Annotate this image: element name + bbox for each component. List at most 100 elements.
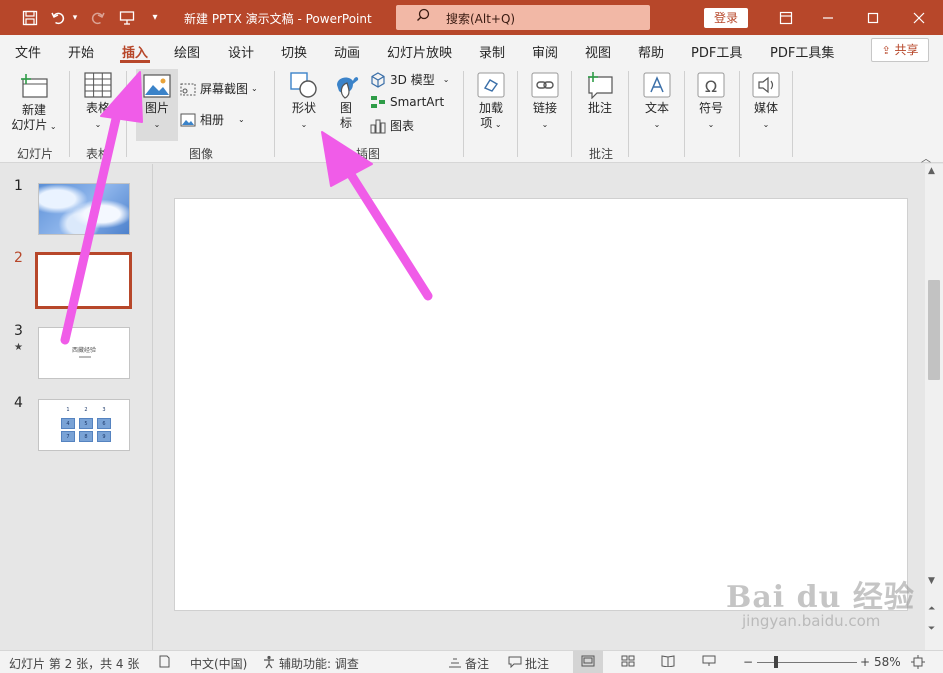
3d-model-button[interactable]: 3D 模型 ⌄ (370, 71, 449, 88)
tab-slideshow[interactable]: 幻灯片放映 (387, 42, 452, 61)
undo-icon[interactable] (48, 0, 70, 35)
slide-thumbnail-3[interactable]: 西藏经验 (38, 327, 130, 379)
tab-pdf-tools[interactable]: PDF工具 (691, 42, 742, 61)
addins-button[interactable]: 加载 项 ⌄ (472, 71, 510, 132)
search-box[interactable]: 搜索(Alt+Q) (396, 5, 650, 30)
tab-help[interactable]: 帮助 (638, 42, 664, 61)
vertical-scrollbar[interactable]: ▲ ▼ ⏶ ⏷ (925, 164, 943, 650)
slide-sorter-view-icon[interactable] (621, 655, 635, 667)
smartart-button[interactable]: SmartArt (370, 94, 444, 110)
symbol-button[interactable]: Ω 符号 ⌄ (692, 71, 730, 132)
group-label-tables: 表格 (86, 147, 111, 161)
link-button[interactable]: 链接 ⌄ (526, 71, 564, 132)
cube-icon (371, 71, 385, 88)
accessibility-status[interactable]: 辅助功能: 调查 (262, 655, 359, 672)
current-slide-canvas[interactable] (174, 198, 908, 611)
undo-dropdown-icon[interactable]: ▾ (70, 0, 80, 35)
redo-icon[interactable] (86, 0, 108, 35)
tab-file[interactable]: 文件 (15, 42, 41, 61)
notes-icon (448, 656, 462, 671)
table-button[interactable]: 表格 ⌄ (76, 71, 120, 132)
shapes-button[interactable]: 形状 ⌄ (284, 71, 324, 132)
slideshow-view-icon[interactable] (702, 655, 716, 667)
slide-3-subtitle-line (79, 356, 91, 358)
comments-button[interactable]: 批注 (508, 655, 549, 672)
zoom-in-icon[interactable]: + (860, 655, 870, 669)
tab-draw[interactable]: 绘图 (174, 42, 200, 61)
chevron-down-icon: ⌄ (153, 120, 161, 129)
tab-view[interactable]: 视图 (585, 42, 611, 61)
icons-button[interactable]: 图 标 (328, 71, 364, 131)
chevron-down-icon: ⌄ (442, 75, 450, 84)
zoom-slider-thumb[interactable] (774, 656, 778, 668)
zoom-out-icon[interactable]: − (743, 655, 753, 669)
fit-to-window-icon[interactable] (911, 655, 925, 669)
normal-view-icon[interactable] (581, 655, 595, 667)
tab-design[interactable]: 设计 (228, 42, 254, 61)
scroll-up-icon[interactable]: ▲ (928, 166, 935, 176)
addins-label-1: 加载 (478, 101, 503, 115)
picture-icon (143, 74, 171, 98)
chart-button[interactable]: 图表 (370, 117, 414, 134)
photo-album-button[interactable]: 相册 ⌄ (180, 111, 245, 128)
speaker-icon (752, 72, 780, 98)
slide-thumbnail-4[interactable]: 1 2 3 4 5 6 7 8 9 (38, 399, 130, 451)
tab-pdf-toolset[interactable]: PDF工具集 (770, 42, 834, 61)
tab-transitions[interactable]: 切换 (281, 42, 307, 61)
zoom-slider-track[interactable] (757, 662, 857, 663)
previous-slide-icon[interactable]: ⏶ (928, 604, 935, 614)
comment-button[interactable]: 批注 (580, 71, 620, 116)
close-icon[interactable] (896, 0, 942, 35)
language-status[interactable]: 中文(中国) (190, 655, 247, 672)
new-slide-icon (21, 74, 48, 98)
tab-record[interactable]: 录制 (479, 42, 505, 61)
scroll-down-icon[interactable]: ▼ (928, 576, 935, 586)
svg-text:Ω: Ω (705, 77, 717, 96)
grid-cell: 9 (97, 431, 111, 442)
slide-thumbnail-1[interactable] (38, 183, 130, 235)
group-separator (463, 71, 464, 157)
status-bar: 幻灯片 第 2 张，共 4 张 中文(中国) 辅助功能: 调查 备注 批注 − … (0, 650, 943, 673)
slide-thumbnail-pane: 1 2 3 ★ 西藏经验 4 1 2 3 4 5 6 7 8 9 (0, 164, 153, 650)
group-separator (792, 71, 793, 157)
photo-album-icon (180, 113, 196, 126)
text-label: 文本 (644, 101, 669, 115)
media-button[interactable]: 媒体 ⌄ (747, 71, 785, 132)
tab-insert[interactable]: 插入 (122, 42, 148, 61)
customize-toolbar-icon[interactable]: ▾ (146, 0, 164, 35)
slide-thumbnail-2[interactable] (35, 252, 132, 309)
screenshot-icon (180, 83, 196, 95)
grid-cell: 3 (102, 407, 106, 413)
save-icon[interactable] (18, 0, 42, 35)
picture-button[interactable]: 图片 ⌄ (136, 69, 178, 141)
notes-button[interactable]: 备注 (448, 655, 489, 672)
icons-label-1: 图 (339, 101, 352, 115)
reading-view-icon[interactable] (661, 655, 675, 667)
collapse-ribbon-icon[interactable]: ︿ (921, 150, 931, 165)
new-slide-button[interactable]: 新建 幻灯片 ⌄ (8, 73, 60, 134)
next-slide-icon[interactable]: ⏷ (928, 624, 935, 634)
scrollbar-thumb[interactable] (928, 280, 940, 380)
spelling-icon[interactable] (158, 655, 171, 668)
grid-cell: 5 (79, 418, 93, 429)
zoom-level[interactable]: 58% (874, 655, 901, 669)
present-from-start-icon[interactable] (115, 0, 139, 35)
search-icon (416, 8, 430, 26)
grid-cell: 6 (97, 418, 111, 429)
tab-review[interactable]: 审阅 (532, 42, 558, 61)
icons-icon (337, 77, 359, 99)
text-button[interactable]: 文本 ⌄ (638, 71, 676, 132)
share-icon: ⇪ (881, 44, 891, 57)
screenshot-button[interactable]: 屏幕截图 ⌄ (180, 80, 258, 97)
ribbon-display-options-icon[interactable] (763, 0, 809, 35)
group-separator (684, 71, 685, 157)
maximize-icon[interactable] (850, 0, 896, 35)
group-separator (628, 71, 629, 157)
share-button[interactable]: ⇪ 共享 (871, 38, 929, 62)
tab-animations[interactable]: 动画 (334, 42, 360, 61)
tab-home[interactable]: 开始 (68, 42, 94, 61)
icons-label-2: 标 (339, 116, 352, 130)
login-button[interactable]: 登录 (704, 8, 748, 28)
chart-label: 图表 (390, 119, 415, 133)
minimize-icon[interactable] (805, 0, 851, 35)
